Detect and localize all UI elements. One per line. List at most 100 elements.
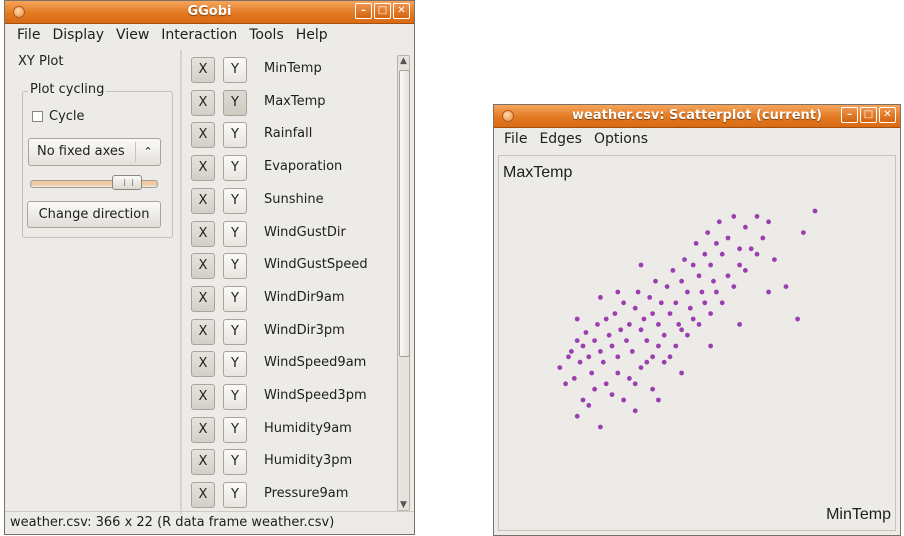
- data-point[interactable]: [719, 251, 725, 257]
- data-point[interactable]: [632, 305, 638, 311]
- x-toggle-button[interactable]: X: [191, 285, 215, 312]
- menu-edges[interactable]: Edges: [533, 131, 588, 147]
- close-button[interactable]: ✕: [879, 107, 896, 123]
- data-point[interactable]: [711, 278, 716, 284]
- data-point[interactable]: [592, 338, 597, 343]
- data-point[interactable]: [650, 311, 655, 316]
- cycle-checkbox[interactable]: [32, 111, 43, 122]
- scroll-down-icon[interactable]: ▼: [398, 500, 409, 510]
- menu-help[interactable]: Help: [290, 27, 334, 43]
- y-toggle-button[interactable]: Y: [223, 449, 247, 476]
- minimize-button[interactable]: –: [355, 3, 372, 19]
- data-point[interactable]: [676, 322, 682, 327]
- data-point[interactable]: [638, 262, 644, 268]
- data-point[interactable]: [629, 349, 635, 354]
- data-point[interactable]: [731, 284, 737, 289]
- y-toggle-button[interactable]: Y: [223, 416, 247, 443]
- data-point[interactable]: [621, 397, 626, 403]
- close-button[interactable]: ✕: [393, 3, 410, 19]
- title-bar[interactable]: weather.csv: Scatterplot (current) – □ ✕: [494, 105, 900, 128]
- data-point[interactable]: [716, 219, 722, 225]
- data-point[interactable]: [644, 359, 650, 365]
- data-point[interactable]: [603, 316, 609, 322]
- data-point[interactable]: [783, 284, 789, 289]
- menu-file[interactable]: File: [11, 27, 46, 43]
- data-point[interactable]: [714, 289, 719, 295]
- change-direction-button[interactable]: Change direction: [27, 201, 161, 228]
- data-point[interactable]: [566, 354, 571, 360]
- data-point[interactable]: [661, 332, 667, 338]
- data-point[interactable]: [621, 300, 626, 306]
- data-point[interactable]: [592, 386, 597, 392]
- data-point[interactable]: [690, 316, 696, 322]
- data-point[interactable]: [644, 338, 650, 343]
- x-toggle-button[interactable]: X: [191, 89, 215, 116]
- data-point[interactable]: [737, 262, 742, 268]
- y-toggle-button[interactable]: Y: [223, 351, 247, 378]
- scatterplot-canvas[interactable]: MaxTemp MinTemp: [498, 155, 896, 531]
- data-point[interactable]: [600, 359, 606, 365]
- data-point[interactable]: [667, 354, 673, 360]
- data-point[interactable]: [795, 316, 800, 322]
- data-point[interactable]: [702, 300, 708, 306]
- x-toggle-button[interactable]: X: [191, 384, 215, 410]
- data-point[interactable]: [696, 322, 702, 327]
- title-bar[interactable]: GGobi – □ ✕: [5, 1, 414, 24]
- data-point[interactable]: [670, 268, 676, 273]
- menu-tools[interactable]: Tools: [243, 27, 290, 43]
- data-point[interactable]: [702, 251, 708, 257]
- x-toggle-button[interactable]: X: [191, 482, 215, 509]
- data-point[interactable]: [574, 316, 580, 322]
- y-toggle-button[interactable]: Y: [223, 253, 247, 280]
- data-point[interactable]: [673, 343, 679, 349]
- data-point[interactable]: [754, 214, 760, 219]
- data-point[interactable]: [603, 381, 609, 387]
- data-point[interactable]: [737, 322, 742, 327]
- data-point[interactable]: [598, 424, 603, 430]
- data-point[interactable]: [580, 343, 586, 349]
- data-point[interactable]: [705, 230, 711, 235]
- menu-interaction[interactable]: Interaction: [155, 27, 243, 43]
- data-point[interactable]: [653, 278, 658, 284]
- y-toggle-button[interactable]: Y: [223, 384, 247, 410]
- data-point[interactable]: [612, 311, 618, 316]
- data-point[interactable]: [725, 273, 731, 279]
- data-point[interactable]: [766, 219, 771, 225]
- x-toggle-button[interactable]: X: [191, 122, 215, 149]
- data-point[interactable]: [563, 381, 568, 387]
- data-point[interactable]: [685, 332, 690, 338]
- data-point[interactable]: [679, 370, 684, 376]
- data-point[interactable]: [595, 322, 600, 327]
- menu-file[interactable]: File: [498, 131, 533, 147]
- y-toggle-button[interactable]: Y: [223, 187, 247, 214]
- cycle-label[interactable]: Cycle: [49, 109, 85, 124]
- data-point[interactable]: [656, 322, 661, 327]
- y-toggle-button[interactable]: Y: [223, 89, 247, 116]
- data-point[interactable]: [719, 300, 725, 306]
- data-point[interactable]: [598, 295, 603, 300]
- data-point[interactable]: [635, 289, 641, 295]
- data-point[interactable]: [577, 359, 583, 365]
- y-toggle-button[interactable]: Y: [223, 220, 247, 247]
- data-point[interactable]: [580, 397, 586, 403]
- x-toggle-button[interactable]: X: [191, 187, 215, 214]
- data-point[interactable]: [679, 278, 684, 284]
- data-point[interactable]: [632, 381, 638, 387]
- fixed-axes-select[interactable]: No fixed axes ⌃: [28, 138, 161, 166]
- x-toggle-button[interactable]: X: [191, 416, 215, 443]
- data-point[interactable]: [615, 370, 621, 376]
- data-point[interactable]: [699, 289, 705, 295]
- data-point[interactable]: [801, 230, 806, 235]
- y-toggle-button[interactable]: Y: [223, 155, 247, 182]
- data-point[interactable]: [609, 392, 615, 397]
- data-point[interactable]: [725, 235, 731, 241]
- maximize-button[interactable]: □: [374, 3, 391, 19]
- menu-options[interactable]: Options: [588, 131, 654, 147]
- data-point[interactable]: [627, 322, 632, 327]
- data-point[interactable]: [812, 208, 818, 214]
- data-point[interactable]: [650, 354, 655, 360]
- data-point[interactable]: [586, 354, 592, 360]
- data-point[interactable]: [627, 376, 632, 381]
- x-toggle-button[interactable]: X: [191, 253, 215, 280]
- data-point[interactable]: [737, 246, 742, 252]
